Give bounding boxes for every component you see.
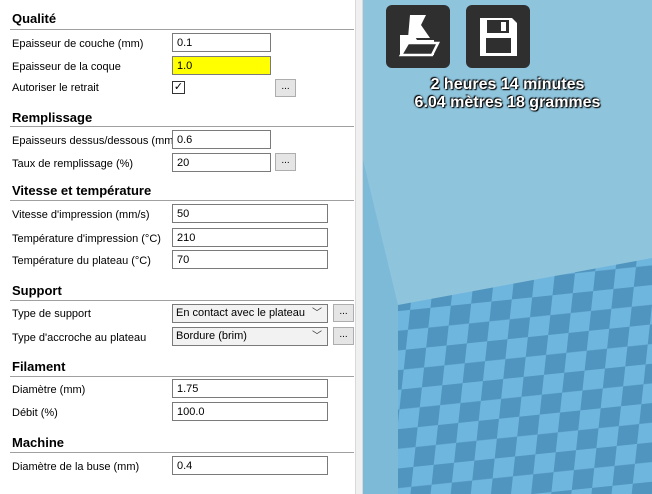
save-button[interactable]	[466, 5, 530, 68]
print-temp-label: Température d'impression (°C)	[12, 233, 161, 245]
shell-thickness-field[interactable]	[172, 56, 271, 75]
filament-diameter-field[interactable]	[172, 379, 328, 398]
retraction-label: Autoriser le retrait	[12, 82, 99, 94]
support-more-button[interactable]: ...	[333, 304, 354, 322]
bed-temp-label: Température du plateau (°C)	[12, 255, 151, 267]
chevron-down-icon: ﹀	[312, 308, 322, 319]
section-divider	[10, 29, 354, 30]
retraction-checkbox[interactable]: ✓	[172, 81, 185, 94]
3d-viewport[interactable]: 2 heures 14 minutes 6.04 mètres 18 gramm…	[363, 0, 652, 494]
support-type-select[interactable]: En contact avec le plateau ﹀	[172, 304, 328, 323]
section-divider	[10, 300, 354, 301]
layer-height-label: Epaisseur de couche (mm)	[12, 38, 144, 50]
support-type-label: Type de support	[12, 308, 91, 320]
adhesion-type-select[interactable]: Bordure (brim) ﹀	[172, 327, 328, 346]
print-speed-label: Vitesse d'impression (mm/s)	[12, 209, 150, 221]
section-filament-title: Filament	[12, 359, 66, 374]
section-support-title: Support	[12, 283, 62, 298]
nozzle-diameter-label: Diamètre de la buse (mm)	[12, 461, 140, 473]
print-temp-field[interactable]	[172, 228, 328, 247]
print-time-text: 2 heures 14 minutes	[430, 76, 585, 93]
layer-height-field[interactable]	[172, 33, 271, 52]
support-type-value: En contact avec le plateau	[176, 307, 306, 319]
fill-density-field[interactable]	[172, 153, 271, 172]
section-divider	[10, 452, 354, 453]
load-model-icon	[398, 15, 441, 57]
shell-thickness-label: Epaisseur de la coque	[12, 61, 121, 73]
section-divider	[10, 126, 354, 127]
section-quality-title: Qualité	[12, 11, 57, 26]
flow-field[interactable]	[172, 402, 328, 421]
save-floppy-icon	[480, 18, 517, 56]
section-divider	[10, 376, 354, 377]
section-fill-title: Remplissage	[12, 110, 93, 125]
panel-splitter[interactable]	[355, 0, 363, 494]
build-plate	[363, 0, 652, 494]
adhesion-more-button[interactable]: ...	[333, 327, 354, 345]
top-bottom-field[interactable]	[172, 130, 271, 149]
chevron-down-icon: ﹀	[312, 331, 322, 342]
nozzle-diameter-field[interactable]	[172, 456, 328, 475]
print-speed-field[interactable]	[172, 204, 328, 223]
material-usage-text: 6.04 mètres 18 grammes	[414, 94, 601, 111]
fill-more-button[interactable]: ...	[275, 153, 296, 171]
section-machine-title: Machine	[12, 435, 65, 450]
section-divider	[10, 200, 354, 201]
bed-temp-field[interactable]	[172, 250, 328, 269]
adhesion-type-value: Bordure (brim)	[176, 330, 247, 342]
section-speed-title: Vitesse et température	[12, 183, 152, 198]
settings-panel: Qualité Epaisseur de couche (mm) Epaisse…	[0, 0, 355, 494]
quality-more-button[interactable]: ...	[275, 79, 296, 97]
flow-label: Débit (%)	[12, 407, 58, 419]
fill-density-label: Taux de remplissage (%)	[12, 158, 134, 170]
filament-diameter-label: Diamètre (mm)	[12, 384, 86, 396]
top-bottom-label: Epaisseurs dessus/dessous (mm)	[12, 135, 178, 147]
load-model-button[interactable]	[386, 5, 450, 68]
adhesion-type-label: Type d'accroche au plateau	[12, 332, 147, 344]
